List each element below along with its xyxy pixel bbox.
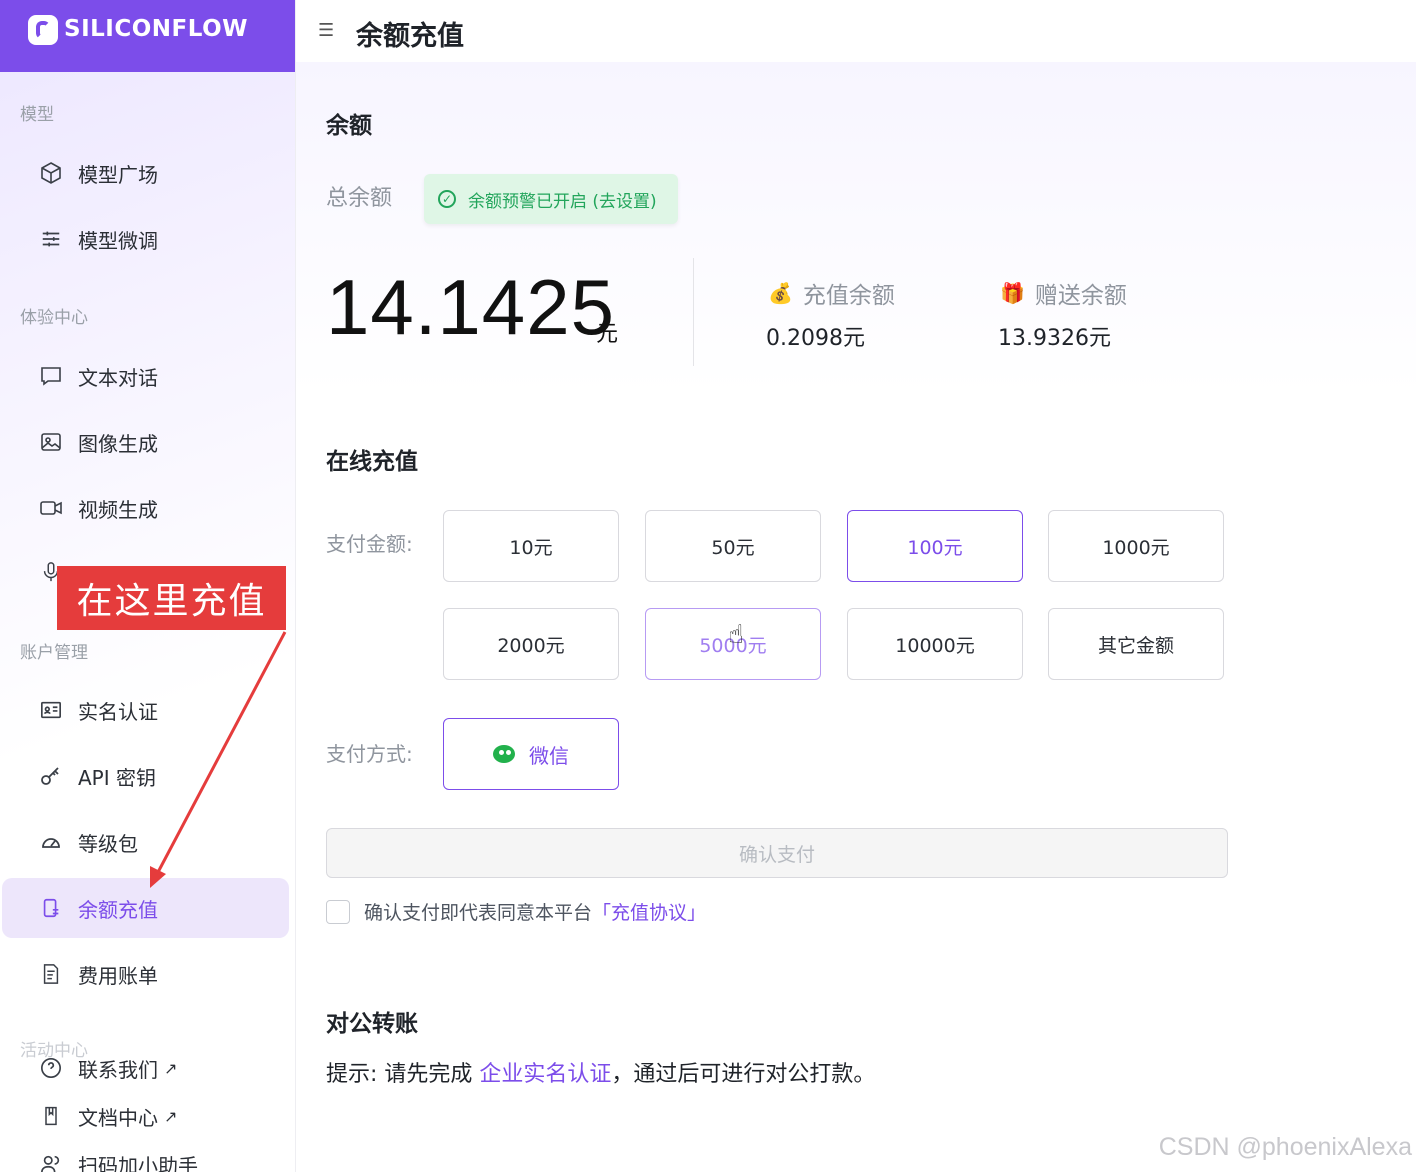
book-icon <box>38 1103 64 1129</box>
group-label-account: 账户管理 <box>20 643 88 663</box>
transfer-tip: 提示: 请先完成 企业实名认证，通过后可进行对公打款。 <box>326 1056 875 1088</box>
annotation-label: 在这里充值 <box>57 566 286 630</box>
pay-method-wechat[interactable]: 微信 <box>443 718 619 790</box>
balance-warning-badge[interactable]: ✓ 余额预警已开启 (去设置) <box>424 174 678 224</box>
wechat-icon <box>493 745 515 763</box>
online-recharge-title: 在线充值 <box>326 449 418 475</box>
sidebar-item-model-finetune[interactable]: 模型微调 <box>2 209 289 269</box>
total-balance-label: 总余额 <box>326 186 393 211</box>
sidebar-item-bills[interactable]: 费用账单 <box>2 944 289 1004</box>
amount-option-50[interactable]: 50元 <box>645 510 821 582</box>
watermark: CSDN @phoenixAlexa <box>1158 1133 1412 1161</box>
brand-logo[interactable]: SILICONFLOW <box>0 0 295 72</box>
sidebar-item-real-name[interactable]: 实名认证 <box>2 680 289 740</box>
sidebar-item-tier-package[interactable]: 等级包 <box>2 812 289 872</box>
image-icon <box>38 429 64 455</box>
hand-cursor-icon: ☝ <box>728 620 744 650</box>
sidebar-item-label: 图像生成 <box>78 431 158 456</box>
gauge-icon <box>38 829 64 855</box>
tip-suffix: ，通过后可进行对公打款。 <box>611 1062 876 1087</box>
recharge-balance-label: 💰 充值余额 <box>768 276 895 310</box>
enterprise-verify-link[interactable]: 企业实名认证 <box>479 1062 611 1087</box>
sidebar-item-label: 文档中心 <box>78 1105 158 1130</box>
divider <box>693 258 694 366</box>
sidebar-item-label: 文本对话 <box>78 365 158 390</box>
amount-option-10000[interactable]: 10000元 <box>847 608 1023 680</box>
agreement-link[interactable]: 「充值协议」 <box>592 898 706 925</box>
bill-icon <box>38 961 64 987</box>
sidebar-item-balance-recharge[interactable]: 余额充值 <box>2 878 289 938</box>
page-title: 余额充值 <box>356 21 464 52</box>
chat-icon <box>38 363 64 389</box>
amount-option-other[interactable]: 其它金额 <box>1048 608 1224 680</box>
total-balance-unit: 元 <box>596 322 619 347</box>
sidebar-item-label: 余额充值 <box>78 897 158 922</box>
sidebar-item-image-gen[interactable]: 图像生成 <box>2 412 289 472</box>
agreement-text: 确认支付即代表同意本平台 <box>364 902 593 924</box>
brand-name: SILICONFLOW <box>64 16 248 42</box>
amount-option-100[interactable]: 100元 <box>847 510 1023 582</box>
sidebar-item-label: 扫码加小助手 <box>78 1153 198 1172</box>
recharge-balance-value: 0.2098元 <box>766 326 865 351</box>
main-content: 余额 总余额 ✓ 余额预警已开启 (去设置) 14.1425 元 💰 充值余额 … <box>296 62 1416 1172</box>
sidebar-item-model-square[interactable]: 模型广场 <box>2 143 289 203</box>
id-card-icon <box>38 697 64 723</box>
amount-option-1000[interactable]: 1000元 <box>1048 510 1224 582</box>
corporate-transfer-title: 对公转账 <box>326 1011 418 1037</box>
total-balance-value: 14.1425 <box>326 263 615 351</box>
video-icon <box>38 495 64 521</box>
confirm-pay-button[interactable]: 确认支付 <box>326 828 1228 878</box>
balance-section-title: 余额 <box>326 113 372 139</box>
sidebar-item-text-chat[interactable]: 文本对话 <box>2 346 289 406</box>
sidebar-item-label: 等级包 <box>78 831 138 856</box>
sidebar-item-contact-us[interactable]: 联系我们 ↗ <box>2 1044 289 1092</box>
group-label-experience: 体验中心 <box>20 308 88 328</box>
external-link-icon: ↗ <box>164 1106 178 1126</box>
sidebar-item-api-keys[interactable]: API 密钥 <box>2 746 289 806</box>
sidebar-item-label: 视频生成 <box>78 497 158 522</box>
tip-prefix: 提示: 请先完成 <box>326 1062 480 1087</box>
pay-amount-label: 支付金额: <box>326 532 413 556</box>
sliders-icon <box>38 226 64 252</box>
check-circle-icon: ✓ <box>438 190 456 208</box>
pay-method-name: 微信 <box>529 743 569 768</box>
logo-icon <box>28 15 58 45</box>
gift-icon: 🎁 <box>1000 281 1025 305</box>
sidebar-item-label: 模型微调 <box>78 228 158 253</box>
sidebar-item-docs[interactable]: 文档中心 ↗ <box>2 1092 289 1140</box>
recharge-balance-label-text: 充值余额 <box>802 283 895 309</box>
cube-icon <box>38 160 64 186</box>
wallet-icon <box>38 895 64 921</box>
money-bag-icon: 💰 <box>768 281 793 305</box>
users-icon <box>38 1151 64 1172</box>
key-icon <box>38 763 64 789</box>
group-label-models: 模型 <box>20 105 54 125</box>
sidebar-item-label: 联系我们 <box>78 1057 158 1082</box>
agreement-row: 确认支付即代表同意本平台 「充值协议」 <box>326 898 706 925</box>
sidebar-item-scan-assistant[interactable]: 扫码加小助手 <box>2 1140 289 1172</box>
pay-method-label: 支付方式: <box>326 742 413 766</box>
warning-text: 余额预警已开启 (去设置) <box>468 191 657 212</box>
sidebar-item-label: 费用账单 <box>78 963 158 988</box>
sidebar-item-video-gen[interactable]: 视频生成 <box>2 478 289 538</box>
gift-balance-label-text: 赠送余额 <box>1034 283 1127 309</box>
sidebar-item-label: 实名认证 <box>78 699 158 724</box>
agreement-checkbox[interactable] <box>326 899 350 924</box>
gift-balance-value: 13.9326元 <box>998 326 1111 351</box>
sidebar-item-label: API 密钥 <box>78 765 156 790</box>
amount-option-2000[interactable]: 2000元 <box>443 608 619 680</box>
gift-balance-label: 🎁 赠送余额 <box>1000 276 1127 310</box>
external-link-icon: ↗ <box>164 1058 178 1078</box>
menu-collapse-icon[interactable]: ☰ <box>318 20 334 41</box>
amount-option-10[interactable]: 10元 <box>443 510 619 582</box>
top-header: ☰ 余额充值 <box>296 0 1416 62</box>
sidebar-item-label: 模型广场 <box>78 162 158 187</box>
help-icon <box>38 1055 64 1081</box>
